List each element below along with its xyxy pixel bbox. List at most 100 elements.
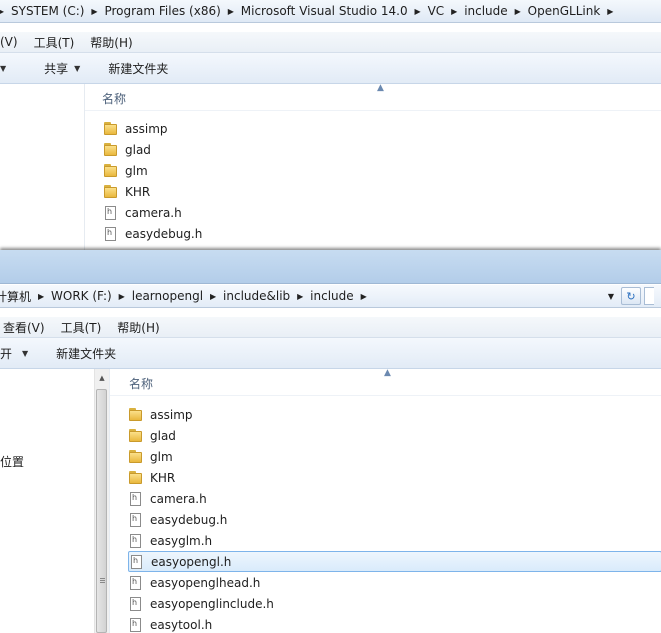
chevron-right-icon[interactable]: ▶	[359, 292, 369, 301]
new-folder-button[interactable]: 新建文件夹	[56, 345, 116, 362]
header-file-icon	[128, 533, 144, 549]
navigation-pane[interactable]	[0, 84, 84, 250]
menu-help[interactable]: 帮助(H)	[117, 319, 159, 336]
folder-icon	[103, 142, 119, 158]
menu-tools[interactable]: 工具(T)	[34, 34, 75, 51]
crumb-include[interactable]: include	[459, 4, 512, 18]
file-row[interactable]: easyopenglhead.h	[128, 572, 661, 593]
file-row[interactable]: easydebug.h	[103, 223, 661, 244]
file-row[interactable]: easyglm.h	[128, 530, 661, 551]
header-file-icon	[103, 205, 119, 221]
crumb-visual-studio[interactable]: Microsoft Visual Studio 14.0	[236, 4, 413, 18]
titlebar-strip	[0, 250, 661, 284]
menu-tools[interactable]: 工具(T)	[61, 319, 102, 336]
explorer-window-front: 计算机 ▶ WORK (F:) ▶ learnopengl ▶ include&…	[0, 250, 661, 633]
column-header-name[interactable]: 名称 ▲	[110, 369, 661, 396]
header-file-icon	[128, 512, 144, 528]
open-button[interactable]: 开 ▼	[0, 345, 28, 362]
chevron-right-icon[interactable]: ▶	[89, 7, 99, 16]
file-name: glad	[125, 142, 151, 157]
crumb-vc[interactable]: VC	[423, 4, 450, 18]
folder-icon	[128, 428, 144, 444]
column-name-label: 名称	[129, 377, 154, 391]
folder-row[interactable]: glm	[103, 160, 661, 181]
file-pane[interactable]: 名称 ▲ assimp glad glm KHR camera.h easydebug.h…	[109, 369, 661, 633]
crumb-include-lib[interactable]: include&lib	[218, 289, 295, 303]
chevron-right-icon[interactable]: ▶	[36, 292, 46, 301]
address-bar[interactable]: 计算机 ▶ WORK (F:) ▶ learnopengl ▶ include&…	[0, 285, 661, 308]
header-file-icon	[128, 596, 144, 612]
folder-row[interactable]: KHR	[128, 467, 661, 488]
navigation-pane[interactable]: 位置	[0, 369, 94, 633]
file-pane[interactable]: 名称 ▲ assimp glad glm KHR camera.h easydebug.h…	[84, 84, 661, 250]
crumb-system-c[interactable]: SYSTEM (C:)	[6, 4, 89, 18]
folder-icon	[128, 449, 144, 465]
file-name: glm	[150, 449, 173, 464]
crumb-program-files[interactable]: Program Files (x86)	[99, 4, 225, 18]
address-bar[interactable]: ▶ SYSTEM (C:) ▶ Program Files (x86) ▶ Mi…	[0, 0, 661, 23]
command-bar: ▼ 共享 ▼ 新建文件夹	[0, 53, 661, 84]
folder-icon	[128, 470, 144, 486]
file-row[interactable]: easydebug.h	[128, 509, 661, 530]
scroll-up-icon[interactable]: ▲	[95, 371, 109, 385]
chevron-down-icon: ▼	[22, 348, 29, 358]
file-name: easyopengl.h	[151, 554, 232, 569]
chevron-right-icon[interactable]: ▶	[117, 292, 127, 301]
nav-item-location[interactable]: 位置	[0, 453, 24, 470]
address-dropdown-icon[interactable]: ▼	[604, 287, 618, 305]
search-input[interactable]	[644, 287, 654, 305]
command-bar: 开 ▼ 新建文件夹	[0, 338, 661, 369]
breadcrumb: ▶ SYSTEM (C:) ▶ Program Files (x86) ▶ Mi…	[0, 0, 615, 22]
grip-line	[100, 580, 105, 581]
menu-bar: (V) 工具(T) 帮助(H)	[0, 32, 661, 53]
breadcrumb: 计算机 ▶ WORK (F:) ▶ learnopengl ▶ include&…	[0, 285, 369, 307]
folder-row[interactable]: glad	[103, 139, 661, 160]
column-header-name[interactable]: 名称 ▲	[85, 84, 661, 111]
share-button[interactable]: 共享 ▼	[44, 60, 80, 77]
menu-bar: 查看(V) 工具(T) 帮助(H)	[0, 317, 661, 338]
file-row[interactable]: easytool.h	[128, 614, 661, 633]
new-folder-button[interactable]: 新建文件夹	[108, 60, 168, 77]
scrollbar-thumb[interactable]	[96, 389, 107, 633]
chevron-down-icon: ▼	[0, 63, 7, 73]
crumb-computer[interactable]: 计算机	[0, 288, 36, 305]
header-file-icon	[129, 554, 145, 570]
folder-row[interactable]: assimp	[103, 118, 661, 139]
grip-line	[100, 582, 105, 583]
menu-view[interactable]: 查看(V)	[3, 319, 45, 336]
folder-row[interactable]: assimp	[128, 404, 661, 425]
file-list: assimp glad glm KHR camera.h easydebug.h easyg…	[128, 404, 661, 633]
menu-help[interactable]: 帮助(H)	[90, 34, 132, 51]
explorer-window-back: ▶ SYSTEM (C:) ▶ Program Files (x86) ▶ Mi…	[0, 0, 661, 250]
chevron-right-icon[interactable]: ▶	[413, 7, 423, 16]
crumb-learnopengl[interactable]: learnopengl	[127, 289, 208, 303]
header-file-icon	[128, 575, 144, 591]
crumb-opengllink[interactable]: OpenGLLink	[523, 4, 606, 18]
file-row[interactable]: camera.h	[103, 202, 661, 223]
menu-view[interactable]: (V)	[0, 35, 18, 49]
chevron-right-icon[interactable]: ▶	[295, 292, 305, 301]
chevron-down-icon: ▼	[74, 63, 81, 73]
chevron-right-icon[interactable]: ▶	[208, 292, 218, 301]
folder-icon	[103, 163, 119, 179]
refresh-icon[interactable]: ↻	[621, 287, 641, 305]
crumb-work-f[interactable]: WORK (F:)	[46, 289, 117, 303]
file-row[interactable]: camera.h	[128, 488, 661, 509]
chevron-right-icon[interactable]: ▶	[449, 7, 459, 16]
chevron-right-icon[interactable]: ▶	[605, 7, 615, 16]
toolbar-dropdown-button[interactable]: ▼	[0, 64, 6, 73]
chevron-right-icon[interactable]: ▶	[513, 7, 523, 16]
chevron-right-icon[interactable]: ▶	[226, 7, 236, 16]
folder-icon	[128, 407, 144, 423]
nav-pane-scrollbar[interactable]: ▲	[94, 369, 109, 633]
header-file-icon	[128, 491, 144, 507]
file-name: easytool.h	[150, 617, 213, 632]
grip-line	[100, 578, 105, 579]
folder-row[interactable]: KHR	[103, 181, 661, 202]
file-row[interactable]: easyopenglinclude.h	[128, 593, 661, 614]
folder-row[interactable]: glad	[128, 425, 661, 446]
crumb-include[interactable]: include	[305, 289, 358, 303]
file-row[interactable]: easyopengl.h	[128, 551, 661, 572]
folder-row[interactable]: glm	[128, 446, 661, 467]
file-name: easyglm.h	[150, 533, 213, 548]
